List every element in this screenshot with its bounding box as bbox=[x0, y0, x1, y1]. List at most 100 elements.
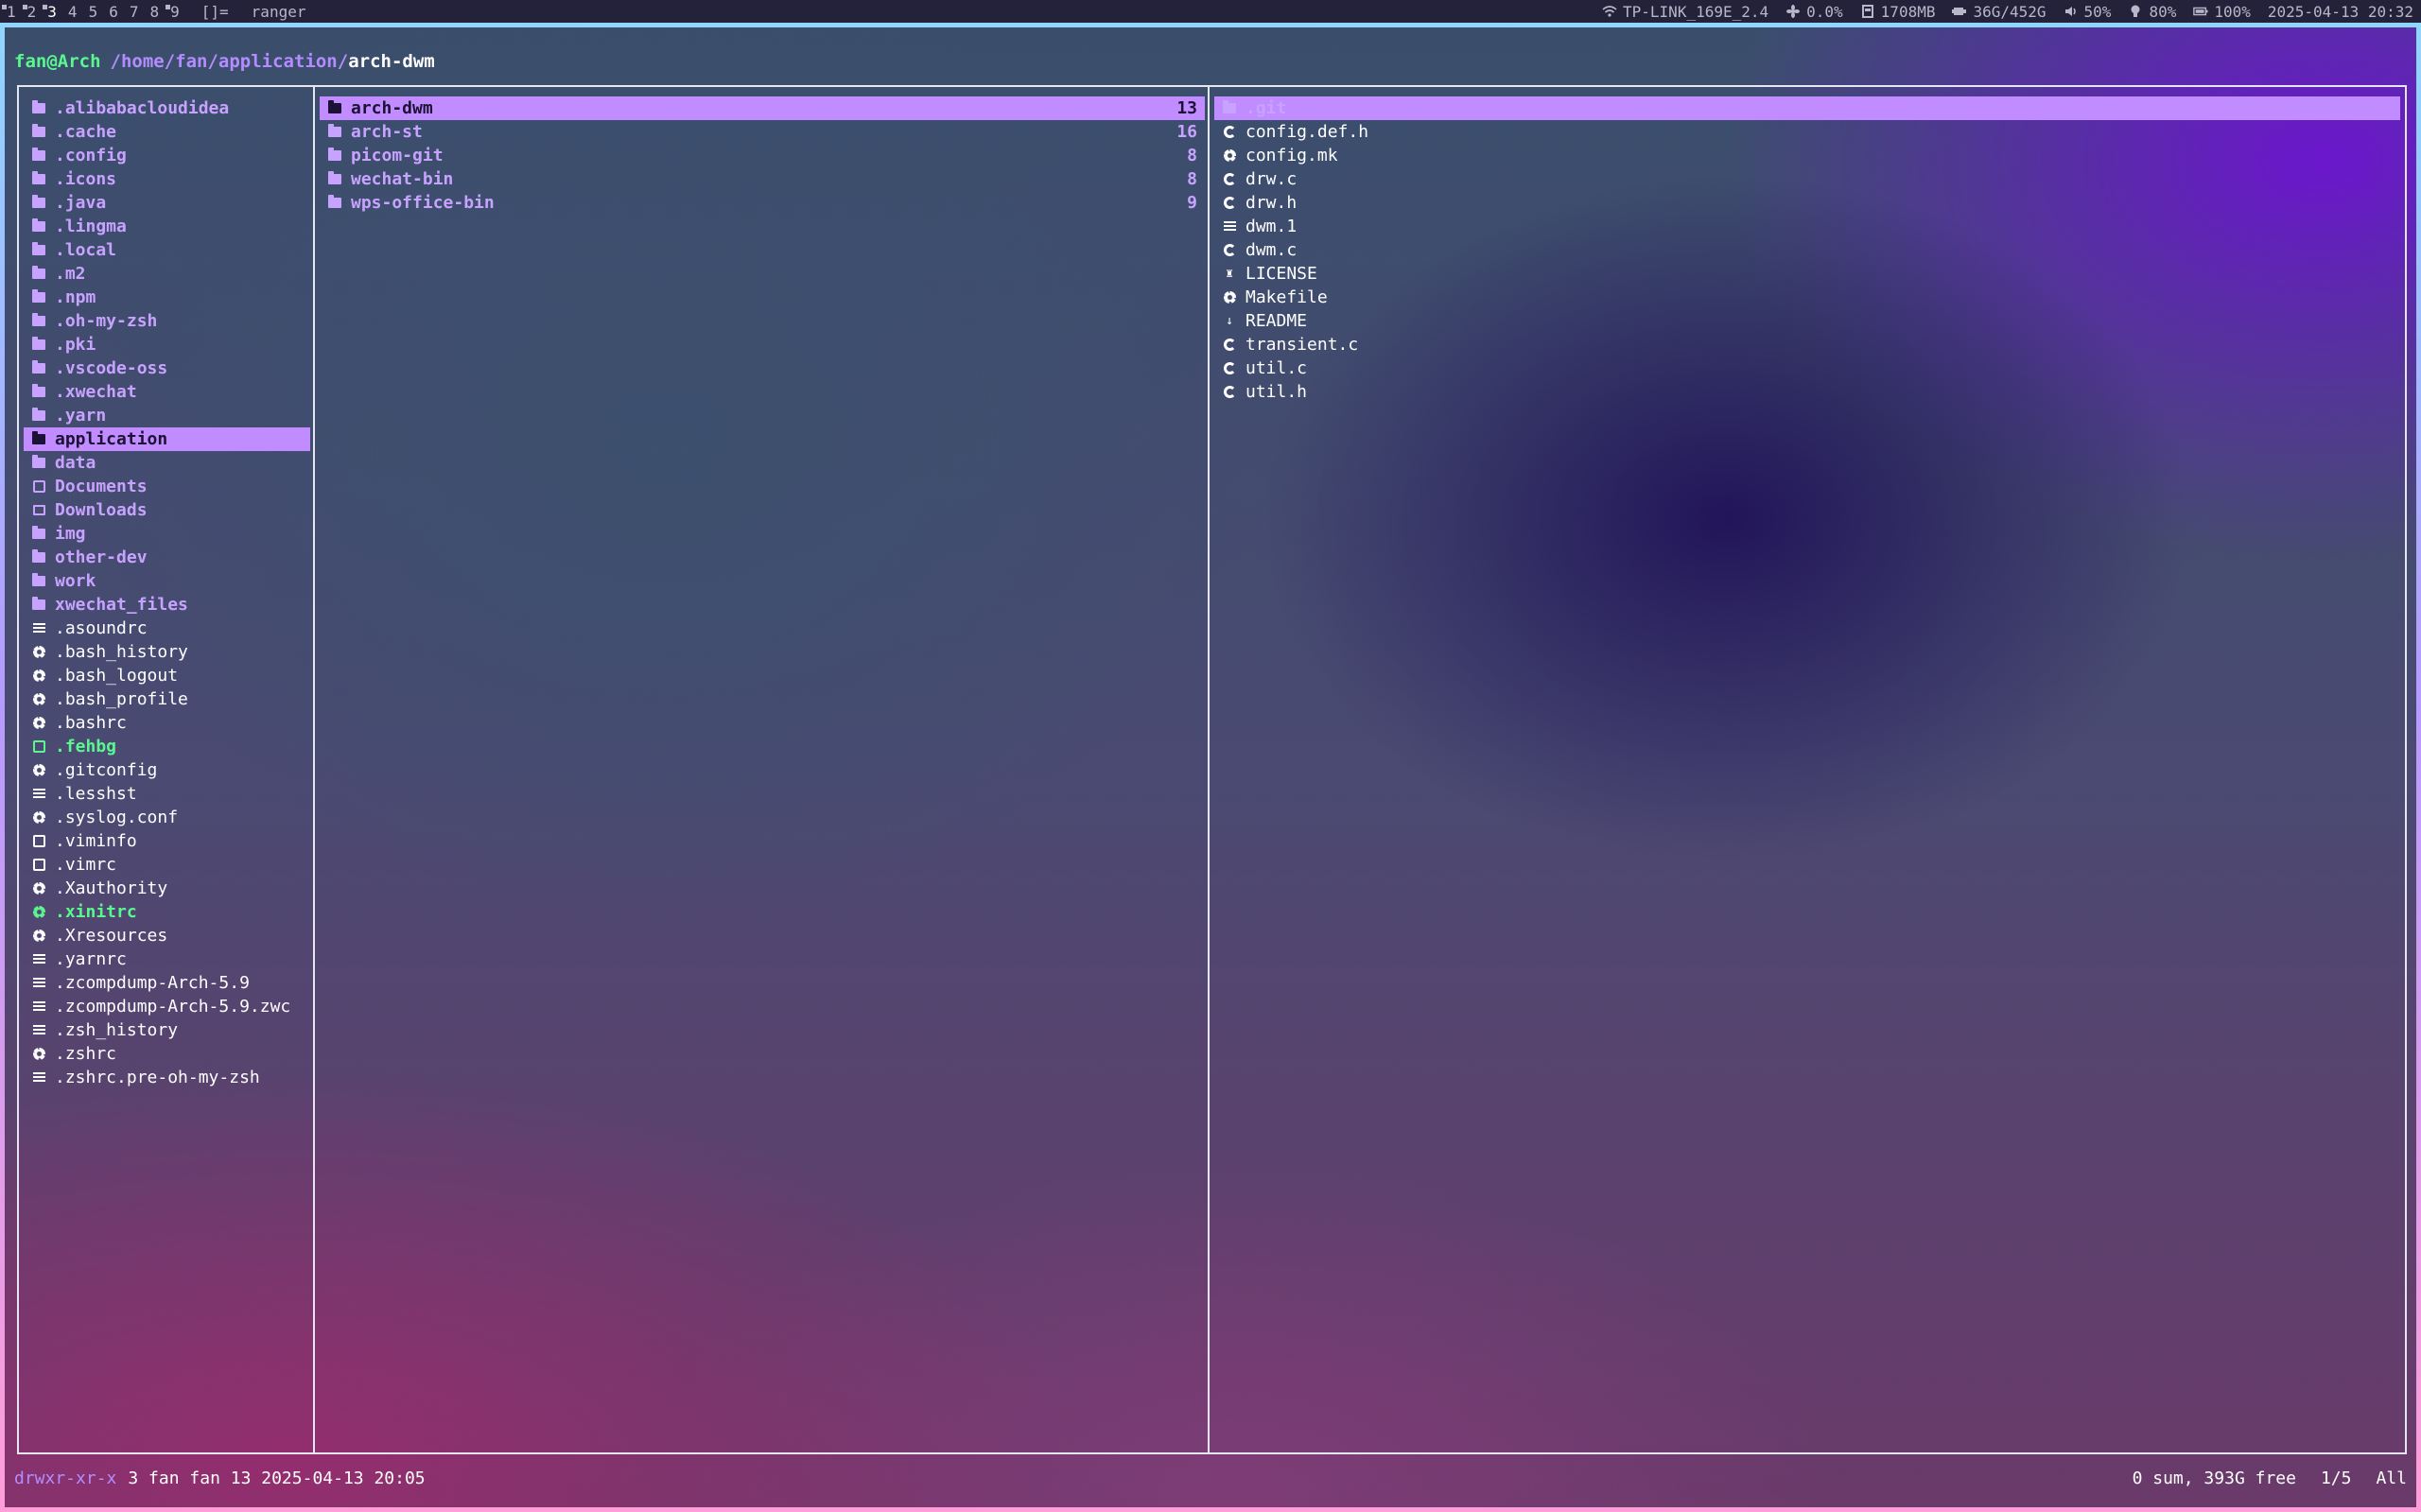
list-item[interactable]: .cache bbox=[24, 120, 310, 144]
list-item[interactable]: .oh-my-zsh bbox=[24, 309, 310, 333]
document-icon bbox=[32, 480, 45, 494]
list-item[interactable]: picom-git 8 bbox=[320, 144, 1205, 167]
cpu-status: 0.0% bbox=[1785, 3, 1843, 21]
c-icon bbox=[1223, 339, 1236, 352]
list-item[interactable]: .Xresources bbox=[24, 924, 310, 947]
list-item[interactable]: .zcompdump-Arch-5.9.zwc bbox=[24, 995, 310, 1018]
item-name: .zsh_history bbox=[55, 1020, 179, 1040]
list-item[interactable]: arch-st 16 bbox=[320, 120, 1205, 144]
list-item[interactable]: Documents bbox=[24, 475, 310, 498]
list-item[interactable]: Makefile bbox=[1214, 286, 2400, 309]
list-item[interactable]: .alibabacloudidea bbox=[24, 96, 310, 120]
list-item[interactable]: xwechat_files bbox=[24, 593, 310, 617]
tag-label: 3 bbox=[47, 2, 57, 21]
parent-directory-panel[interactable]: .alibabacloudidea .cache .config .icons .jav… bbox=[17, 85, 315, 1454]
tag-label: 7 bbox=[129, 2, 139, 21]
list-item[interactable]: ♜ LICENSE bbox=[1214, 262, 2400, 286]
item-name: transient.c bbox=[1245, 335, 1359, 355]
workspace-tag-8[interactable]: 8 bbox=[147, 3, 167, 21]
memory-status: 1708MB bbox=[1860, 3, 1935, 21]
folder-icon bbox=[328, 195, 341, 210]
list-item[interactable]: .bashrc bbox=[24, 711, 310, 735]
list-item[interactable]: .java bbox=[24, 191, 310, 215]
list-item[interactable]: .icons bbox=[24, 167, 310, 191]
list-item[interactable]: .zcompdump-Arch-5.9 bbox=[24, 971, 310, 995]
list-item[interactable]: work bbox=[24, 569, 310, 593]
preview-panel[interactable]: .git config.def.h config.mk drw.c drw.h dwm.1… bbox=[1208, 85, 2407, 1454]
workspace-tag-2[interactable]: 2 bbox=[22, 3, 45, 21]
list-item[interactable]: .lesshst bbox=[24, 782, 310, 806]
list-item[interactable]: .bash_logout bbox=[24, 664, 310, 687]
list-item[interactable]: ↓ README bbox=[1214, 309, 2400, 333]
list-item[interactable]: .asoundrc bbox=[24, 617, 310, 640]
list-item[interactable]: .bash_history bbox=[24, 640, 310, 664]
list-item[interactable]: .zshrc bbox=[24, 1042, 310, 1066]
list-item[interactable]: data bbox=[24, 451, 310, 475]
list-item[interactable]: .yarnrc bbox=[24, 947, 310, 971]
list-item[interactable]: .xwechat bbox=[24, 380, 310, 404]
vim-icon bbox=[32, 835, 45, 848]
list-item[interactable]: dwm.c bbox=[1214, 238, 2400, 262]
list-item[interactable]: .m2 bbox=[24, 262, 310, 286]
list-item[interactable]: .zshrc.pre-oh-my-zsh bbox=[24, 1066, 310, 1089]
list-item[interactable]: .gitconfig bbox=[24, 758, 310, 782]
list-item[interactable]: arch-dwm 13 bbox=[320, 96, 1205, 120]
list-item[interactable]: transient.c bbox=[1214, 333, 2400, 356]
item-name: dwm.1 bbox=[1245, 217, 1298, 236]
status-line: drwxr-xr-x 3 fan fan 13 2025-04-13 20:05… bbox=[14, 1469, 2407, 1488]
list-item[interactable]: wechat-bin 8 bbox=[320, 167, 1205, 191]
folder-icon bbox=[32, 266, 45, 281]
list-item[interactable]: .pki bbox=[24, 333, 310, 356]
list-item[interactable]: .local bbox=[24, 238, 310, 262]
list-item[interactable]: .Xauthority bbox=[24, 877, 310, 900]
git-folder-icon bbox=[1223, 100, 1236, 115]
list-item[interactable]: .syslog.conf bbox=[24, 806, 310, 829]
terminal-window[interactable]: fan@Arch/home/fan/application/arch-dwm .… bbox=[0, 23, 2421, 1512]
workspace-tag-6[interactable]: 6 bbox=[106, 3, 127, 21]
list-item[interactable]: .yarn bbox=[24, 404, 310, 427]
list-item[interactable]: .lingma bbox=[24, 215, 310, 238]
list-item[interactable]: drw.h bbox=[1214, 191, 2400, 215]
list-item[interactable]: config.mk bbox=[1214, 144, 2400, 167]
list-item[interactable]: drw.c bbox=[1214, 167, 2400, 191]
item-name: util.h bbox=[1245, 382, 1308, 402]
list-item[interactable]: .vscode-oss bbox=[24, 356, 310, 380]
workspace-tag-5[interactable]: 5 bbox=[86, 3, 107, 21]
brightness-status[interactable]: 80% bbox=[2128, 3, 2176, 21]
list-item[interactable]: util.h bbox=[1214, 380, 2400, 404]
list-item[interactable]: other-dev bbox=[24, 546, 310, 569]
workspace-tag-3[interactable]: 3 bbox=[43, 2, 65, 21]
item-name: .java bbox=[55, 193, 107, 213]
text-icon bbox=[32, 788, 45, 801]
list-item[interactable]: .vimrc bbox=[24, 853, 310, 877]
list-item[interactable]: dwm.1 bbox=[1214, 215, 2400, 238]
workspace-tag-7[interactable]: 7 bbox=[127, 3, 148, 21]
list-item[interactable]: .git bbox=[1214, 96, 2400, 120]
layout-indicator[interactable]: []= bbox=[201, 3, 229, 21]
wifi-status: TP-LINK_169E_2.4 bbox=[1602, 3, 1768, 21]
tag-label: 4 bbox=[67, 2, 78, 21]
item-name: .bash_logout bbox=[55, 666, 179, 686]
item-name: arch-dwm bbox=[351, 98, 433, 118]
list-item[interactable]: .npm bbox=[24, 286, 310, 309]
item-name: arch-st bbox=[351, 122, 423, 142]
list-item[interactable]: .fehbg bbox=[24, 735, 310, 758]
list-item[interactable]: Downloads bbox=[24, 498, 310, 522]
list-item[interactable]: application bbox=[24, 427, 310, 451]
list-item[interactable]: img bbox=[24, 522, 310, 546]
workspace-tag-9[interactable]: 9 bbox=[165, 3, 188, 21]
list-item[interactable]: .config bbox=[24, 144, 310, 167]
list-item[interactable]: .viminfo bbox=[24, 829, 310, 853]
list-item[interactable]: config.def.h bbox=[1214, 120, 2400, 144]
list-item[interactable]: wps-office-bin 9 bbox=[320, 191, 1205, 215]
list-item[interactable]: .bash_profile bbox=[24, 687, 310, 711]
folder-icon bbox=[328, 100, 341, 115]
item-name: LICENSE bbox=[1245, 264, 1317, 284]
list-item[interactable]: .xinitrc bbox=[24, 900, 310, 924]
list-item[interactable]: util.c bbox=[1214, 356, 2400, 380]
list-item[interactable]: .zsh_history bbox=[24, 1018, 310, 1042]
current-directory-panel[interactable]: arch-dwm 13 arch-st 16 picom-git 8 wechat-bin 8… bbox=[313, 85, 1210, 1454]
volume-status[interactable]: 50% bbox=[2064, 3, 2111, 21]
workspace-tag-1[interactable]: 1 bbox=[2, 3, 25, 21]
workspace-tag-4[interactable]: 4 bbox=[65, 3, 86, 21]
